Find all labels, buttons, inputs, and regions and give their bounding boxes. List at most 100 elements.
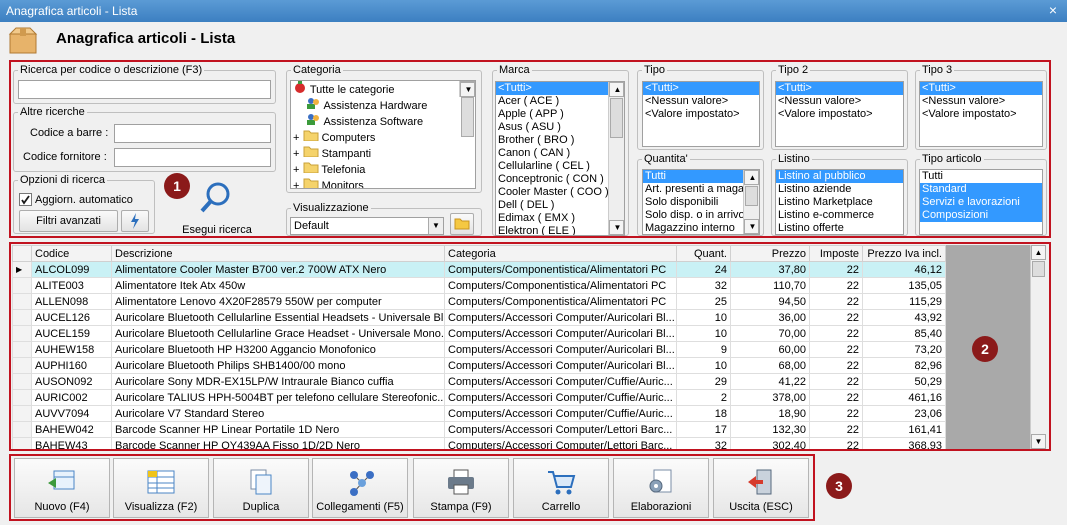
grid-scrollbar[interactable]: ▲ ▼ <box>1030 245 1046 449</box>
table-row[interactable]: AUCEL159 Auricolare Bluetooth Cellularlin… <box>12 325 946 342</box>
list-item[interactable]: Asus ( ASU ) <box>496 121 624 134</box>
list-item[interactable]: Tutti <box>920 170 1042 183</box>
row-selector[interactable] <box>12 341 32 358</box>
list-item[interactable]: Listino offerte <box>776 222 903 234</box>
esegui-ricerca-button[interactable]: Esegui ricerca <box>160 178 274 236</box>
row-selector[interactable] <box>12 309 32 326</box>
list-item[interactable]: <Nessun valore> <box>643 95 759 108</box>
search-input[interactable] <box>18 80 271 99</box>
list-item[interactable]: Composizioni <box>920 209 1042 222</box>
carrello-button[interactable]: Carrello <box>513 458 609 518</box>
table-row[interactable]: ▶ ALCOL099 Alimentatore Cooler Master B700… <box>12 261 946 278</box>
list-item[interactable]: Listino aziende <box>776 183 903 196</box>
stampa-button[interactable]: Stampa (F9) <box>413 458 509 518</box>
col-header-categoria[interactable]: Categoria <box>444 245 677 262</box>
visualizza-button[interactable]: Visualizza (F2) <box>113 458 209 518</box>
tipo-articolo-list[interactable]: Tutti Standard Servizi e lavorazioni Com… <box>919 169 1043 235</box>
row-selector[interactable] <box>12 421 32 438</box>
table-row[interactable]: AUPHI160 Auricolare Bluetooth Philips SHB… <box>12 357 946 374</box>
table-row[interactable]: AUSON092 Auricolare Sony MDR-EX15LP/W Int… <box>12 373 946 390</box>
tree-node[interactable]: Tutte le categorie <box>291 81 475 97</box>
table-row[interactable]: AUVV7094 Auricolare V7 Standard Stereo Com… <box>12 405 946 422</box>
duplica-button[interactable]: Duplica <box>213 458 309 518</box>
list-item[interactable]: Cellularline ( CEL ) <box>496 160 624 173</box>
list-item[interactable]: Art. presenti a magazzino <box>643 183 759 196</box>
list-item[interactable]: <Valore impostato> <box>776 108 903 121</box>
list-item[interactable]: Servizi e lavorazioni <box>920 196 1042 209</box>
col-header-descrizione[interactable]: Descrizione <box>111 245 445 262</box>
table-row[interactable]: AUCEL126 Auricolare Bluetooth Cellularlin… <box>12 309 946 326</box>
col-header-quant[interactable]: Quant. <box>676 245 731 262</box>
tipo-list[interactable]: <Tutti> <Nessun valore> <Valore impostat… <box>642 81 760 147</box>
tree-node[interactable]: + Telefonia <box>291 161 475 177</box>
list-item[interactable]: Listino Marketplace <box>776 196 903 209</box>
list-item[interactable]: Solo disp. o in arrivo <box>643 209 759 222</box>
nuovo-button[interactable]: Nuovo (F4) <box>14 458 110 518</box>
tree-node[interactable]: + Monitors <box>291 177 475 188</box>
list-item[interactable]: <Tutti> <box>920 82 1042 95</box>
table-row[interactable]: ALLEN098 Alimentatore Lenovo 4X20F28579 5… <box>12 293 946 310</box>
col-header-prezzo-iva[interactable]: Prezzo Iva incl. <box>862 245 946 262</box>
tree-node[interactable]: Assistenza Software <box>291 113 475 129</box>
list-item[interactable]: <Nessun valore> <box>776 95 903 108</box>
categoria-tree[interactable]: Tutte le categorie Assistenza Hardware A… <box>290 80 476 189</box>
open-folder-button[interactable] <box>450 213 474 235</box>
table-row[interactable]: ALITE003 Alimentatore Itek Atx 450w Comput… <box>12 277 946 294</box>
list-item[interactable]: Listino e-commerce <box>776 209 903 222</box>
listino-list[interactable]: Listino al pubblico Listino aziende List… <box>775 169 904 235</box>
list-item[interactable]: Solo disponibili <box>643 196 759 209</box>
list-item[interactable]: Standard <box>920 183 1042 196</box>
tree-node[interactable]: + Stampanti <box>291 145 475 161</box>
list-item[interactable]: Tutti <box>643 170 743 183</box>
list-item[interactable]: Apple ( APP ) <box>496 108 624 121</box>
list-item[interactable]: Listino al pubblico <box>776 170 903 183</box>
row-selector[interactable] <box>12 277 32 294</box>
close-icon[interactable]: × <box>1045 2 1061 18</box>
list-item[interactable]: Brother ( BRO ) <box>496 134 624 147</box>
row-selector[interactable] <box>12 373 32 390</box>
auto-update-checkbox[interactable] <box>19 193 32 206</box>
quantita-list[interactable]: Tutti Art. presenti a magazzino Solo dis… <box>642 169 760 235</box>
list-item[interactable]: Edimax ( EMX ) <box>496 212 624 225</box>
list-item[interactable]: <Tutti> <box>776 82 903 95</box>
table-row[interactable]: BAHEW042 Barcode Scanner HP Linear Portat… <box>12 421 946 438</box>
uscita-button[interactable]: Uscita (ESC) <box>713 458 809 518</box>
list-item[interactable]: Elektron ( ELE ) <box>496 225 624 235</box>
table-row[interactable]: AUHEW158 Auricolare Bluetooth HP H3200 Ag… <box>12 341 946 358</box>
col-header-codice[interactable]: Codice <box>31 245 112 262</box>
col-header-imposte[interactable]: Imposte <box>809 245 863 262</box>
advanced-filters-button[interactable]: Filtri avanzati <box>19 210 118 232</box>
row-selector[interactable] <box>12 357 32 374</box>
row-selector[interactable] <box>12 325 32 342</box>
list-item[interactable]: Cooler Master ( COO ) <box>496 186 624 199</box>
list-item[interactable]: Conceptronic ( CON ) <box>496 173 624 186</box>
lightning-button[interactable] <box>121 210 149 232</box>
table-row[interactable]: AURIC002 Auricolare TALIUS HPH-5004BT per… <box>12 389 946 406</box>
elaborazioni-button[interactable]: Elaborazioni <box>613 458 709 518</box>
list-item[interactable]: Magazzino interno <box>643 222 759 234</box>
list-item[interactable]: <Valore impostato> <box>920 108 1042 121</box>
barcode-input[interactable] <box>114 124 271 143</box>
scrollbar[interactable]: ▲▼ <box>608 82 624 235</box>
list-item[interactable]: <Tutti> <box>643 82 759 95</box>
list-item[interactable]: Canon ( CAN ) <box>496 147 624 160</box>
list-item[interactable]: Acer ( ACE ) <box>496 95 624 108</box>
tipo3-list[interactable]: <Tutti> <Nessun valore> <Valore impostat… <box>919 81 1043 147</box>
row-selector[interactable] <box>12 389 32 406</box>
col-header-prezzo[interactable]: Prezzo <box>730 245 810 262</box>
data-grid[interactable]: Codice Descrizione Categoria Quant. Prez… <box>12 245 1046 449</box>
table-row[interactable]: BAHEW43 Barcode Scanner HP QY439AA Fisso … <box>12 437 946 449</box>
row-selector[interactable] <box>12 293 32 310</box>
collegamenti-button[interactable]: Collegamenti (F5) <box>312 458 408 518</box>
list-item[interactable]: <Nessun valore> <box>920 95 1042 108</box>
visualizzazione-select[interactable]: Default ▼ <box>290 217 444 235</box>
scrollbar[interactable]: ▲▼ <box>459 81 475 137</box>
row-selector[interactable]: ▶ <box>12 261 32 278</box>
supplier-code-input[interactable] <box>114 148 271 167</box>
row-selector[interactable] <box>12 405 32 422</box>
list-item[interactable]: <Tutti> <box>496 82 624 95</box>
tree-node[interactable]: Assistenza Hardware <box>291 97 475 113</box>
tree-node[interactable]: + Computers <box>291 129 475 145</box>
list-item[interactable]: Dell ( DEL ) <box>496 199 624 212</box>
scrollbar[interactable]: ▲▼ <box>743 170 759 234</box>
